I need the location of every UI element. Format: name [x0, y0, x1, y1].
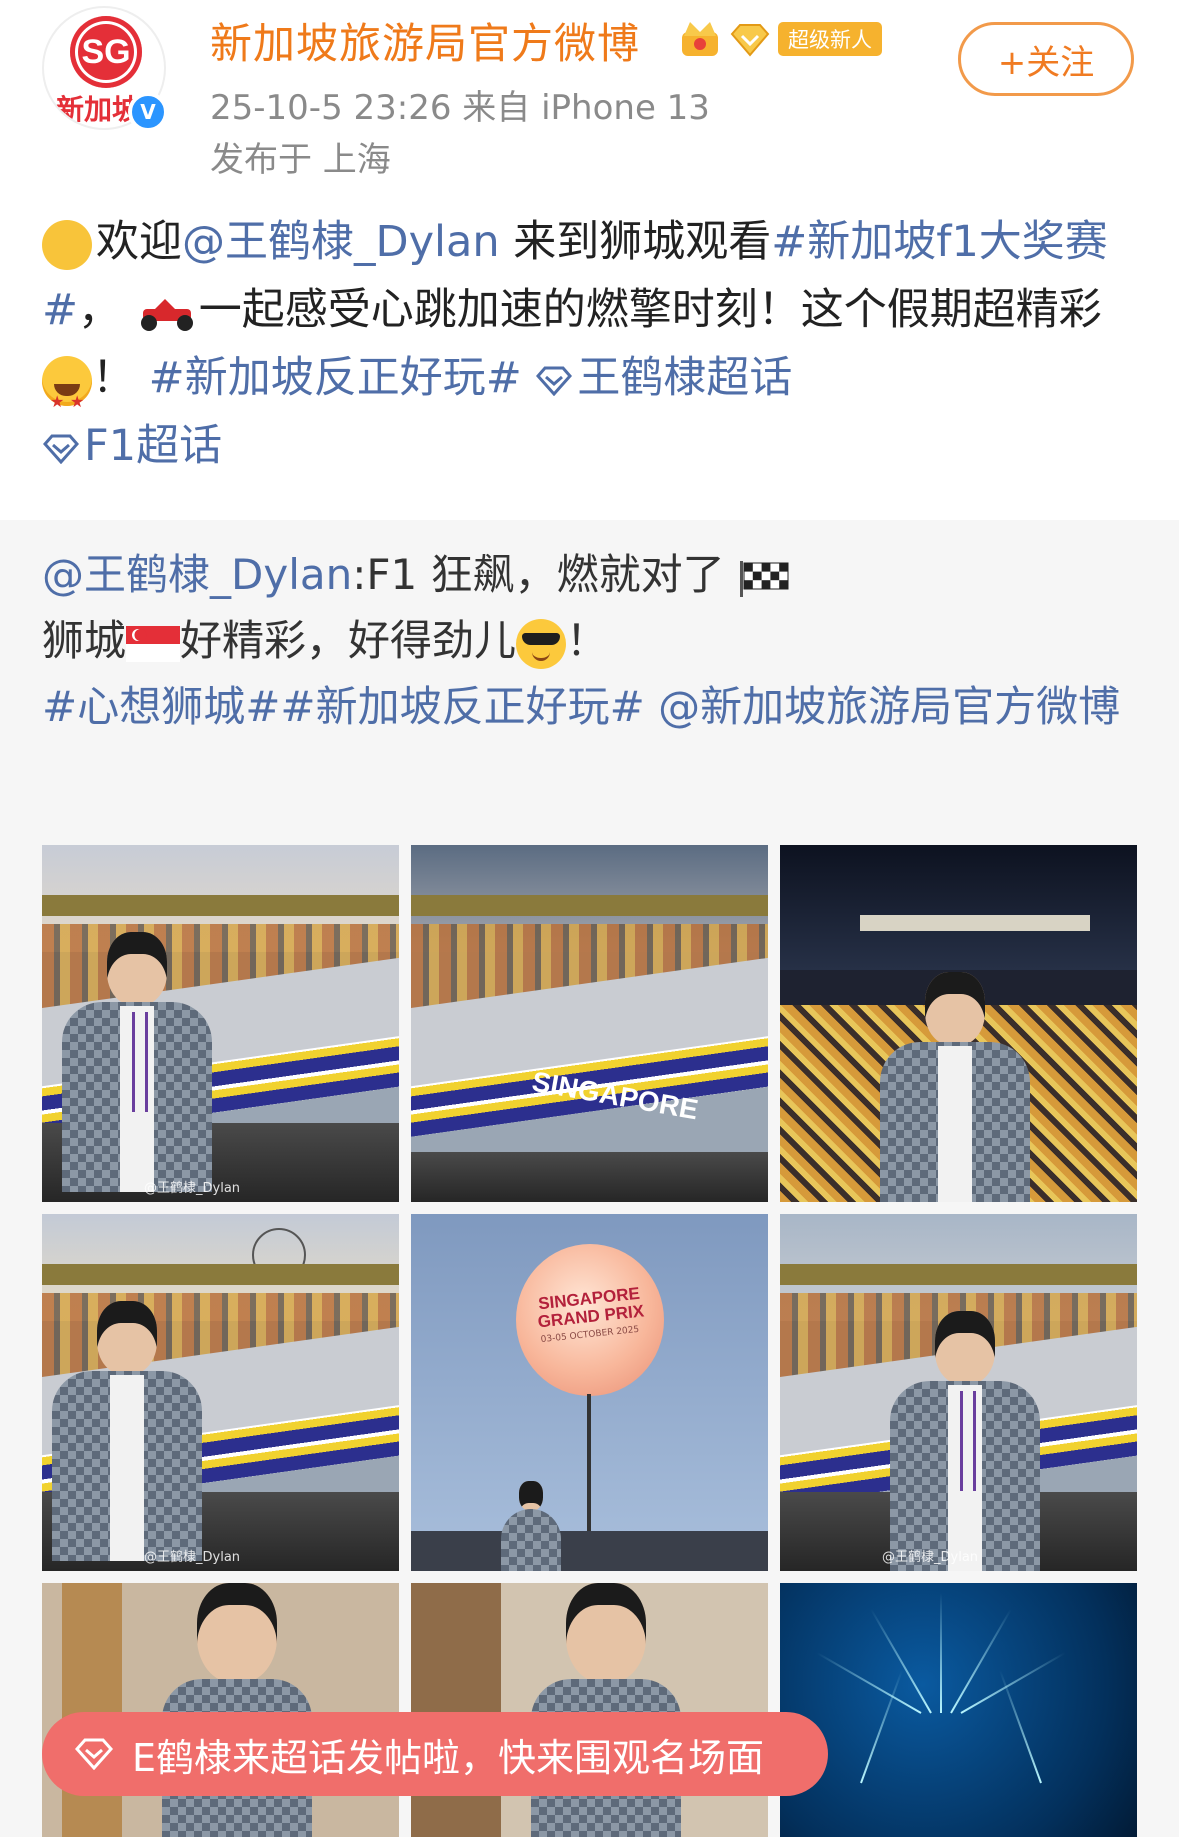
checkered-flag-icon: [739, 560, 789, 597]
supertopic-link-f1[interactable]: F1超话: [42, 421, 222, 471]
singapore-flag-icon: [126, 625, 181, 662]
photo-3-night-crowd[interactable]: [780, 845, 1137, 1202]
photo-9-fireworks[interactable]: [780, 1583, 1137, 1837]
repost-text-4: ！: [566, 616, 609, 665]
photo-8-indoor-portrait[interactable]: [411, 1583, 768, 1837]
race-car-icon: [140, 298, 193, 331]
body-text-4: 一起感受心跳加速的燃擎时刻！这个假期超精彩: [198, 285, 1102, 335]
photo-watermark: @王鹤棣_Dylan: [144, 1181, 241, 1196]
photo-grid: @王鹤棣_Dylan SINGAPORE @王鹤棣_Dylan SINGAPOR…: [42, 845, 1137, 1837]
super-topic-diamond-icon: [536, 366, 573, 396]
star-struck-face-icon: ★ ★: [42, 355, 92, 411]
super-topic-toast[interactable]: E鹤棣来超话发帖啦，快来围观名场面: [42, 1712, 828, 1796]
body-text-2: 来到狮城观看: [499, 217, 772, 267]
vip-diamond-icon: [730, 24, 770, 57]
photo-6-railing-portrait[interactable]: @王鹤棣_Dylan: [780, 1214, 1137, 1571]
repost-text: @王鹤棣_Dylan:F1 狂飙，燃就对了 狮城 好精彩，好得劲儿 ！ #心想狮城#…: [42, 542, 1152, 740]
photo-4-flyer-portrait[interactable]: @王鹤棣_Dylan: [42, 1214, 399, 1571]
clapping-hands-icon: [42, 219, 92, 270]
super-topic-diamond-icon: [74, 1738, 114, 1770]
hashtag-link-fun[interactable]: #新加坡反正好玩#: [149, 353, 522, 403]
photo-7-indoor-closeup[interactable]: [42, 1583, 399, 1837]
username[interactable]: 新加坡旅游局官方微博: [210, 10, 640, 71]
supertopic-label-f1: F1超话: [84, 421, 223, 471]
repost-hashtags-link[interactable]: #心想狮城##新加坡反正好玩#: [42, 682, 645, 731]
photo-watermark: @王鹤棣_Dylan: [144, 1550, 241, 1565]
follow-button[interactable]: +关注: [958, 22, 1134, 96]
super-newcomer-badge: 超级新人: [778, 22, 882, 56]
post-location: 发布于 上海: [210, 140, 391, 180]
repost-text-1: :F1 狂飙，燃就对了: [352, 550, 725, 599]
repost-text-2: 狮城: [42, 616, 127, 665]
supertopic-link-wang[interactable]: 王鹤棣超话: [535, 353, 792, 403]
repost-mention-link[interactable]: @王鹤棣_Dylan: [42, 550, 352, 599]
sunglasses-face-icon: [516, 618, 567, 669]
photo-5-balloon[interactable]: SINGAPORE GRAND PRIX 03-05 OCTOBER 2025: [411, 1214, 768, 1571]
body-text-1: 欢迎: [96, 217, 182, 267]
mention-link[interactable]: @王鹤棣_Dylan: [182, 217, 500, 267]
body-text-3: ，: [78, 285, 122, 335]
repost-mention2-link[interactable]: @新加坡旅游局官方微博: [658, 682, 1120, 731]
supertopic-label-wang: 王鹤棣超话: [577, 353, 793, 403]
body-text-5: ！: [92, 353, 135, 403]
post-header: SG 新加坡 V 新加坡旅游局官方微博 超级新人 25-10-5 23:26 来…: [0, 0, 1179, 180]
post-time-source: 25-10-5 23:26 来自 iPhone 13: [210, 88, 710, 128]
photo-1-track-portrait[interactable]: @王鹤棣_Dylan: [42, 845, 399, 1202]
super-topic-diamond-icon: [43, 434, 79, 464]
gp-balloon: SINGAPORE GRAND PRIX 03-05 OCTOBER 2025: [516, 1244, 664, 1396]
verified-badge-icon: V: [128, 92, 168, 132]
post-body-text: 欢迎@王鹤棣_Dylan 来到狮城观看#新加坡f1大奖赛#， 一起感受心跳加速的…: [42, 208, 1142, 480]
crown-icon: [682, 22, 718, 56]
toast-label: E鹤棣来超话发帖啦，快来围观名场面: [132, 1735, 765, 1780]
photo-watermark: @王鹤棣_Dylan: [882, 1550, 979, 1565]
photo-2-singapore-curb[interactable]: SINGAPORE: [411, 845, 768, 1202]
sg-logo: SG: [70, 16, 142, 88]
repost-text-3: 好精彩，好得劲儿: [180, 616, 517, 665]
